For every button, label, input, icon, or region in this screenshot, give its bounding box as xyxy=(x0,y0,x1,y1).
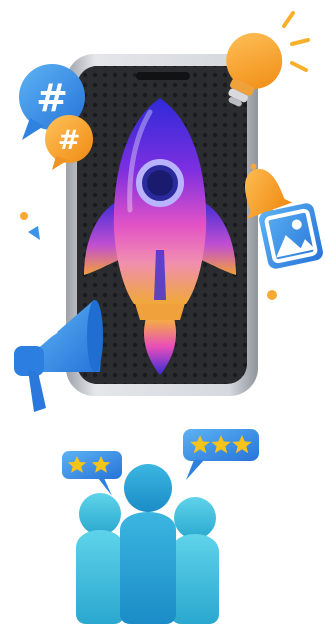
person-center-body xyxy=(120,512,176,624)
star-rating-bubble-left xyxy=(62,451,122,496)
person-left-head xyxy=(79,493,121,535)
lightbulb-rays xyxy=(282,11,310,72)
confetti-triangle xyxy=(28,226,40,240)
star-rating-bubble-right xyxy=(183,429,259,480)
person-center-head xyxy=(124,464,172,512)
hashtag-symbol: # xyxy=(36,76,68,120)
hashtag-symbol-small: # xyxy=(58,125,81,156)
image-icon xyxy=(259,203,323,269)
marketing-illustration: # # xyxy=(0,0,325,625)
confetti-dot-right xyxy=(267,290,277,300)
person-right-body xyxy=(171,534,219,624)
phone-speaker xyxy=(136,72,190,80)
illustration-canvas: # # xyxy=(14,11,323,624)
person-left-body xyxy=(76,530,124,624)
confetti-dot xyxy=(20,212,28,220)
person-right-head xyxy=(174,497,216,539)
user-group-icon xyxy=(76,464,219,624)
